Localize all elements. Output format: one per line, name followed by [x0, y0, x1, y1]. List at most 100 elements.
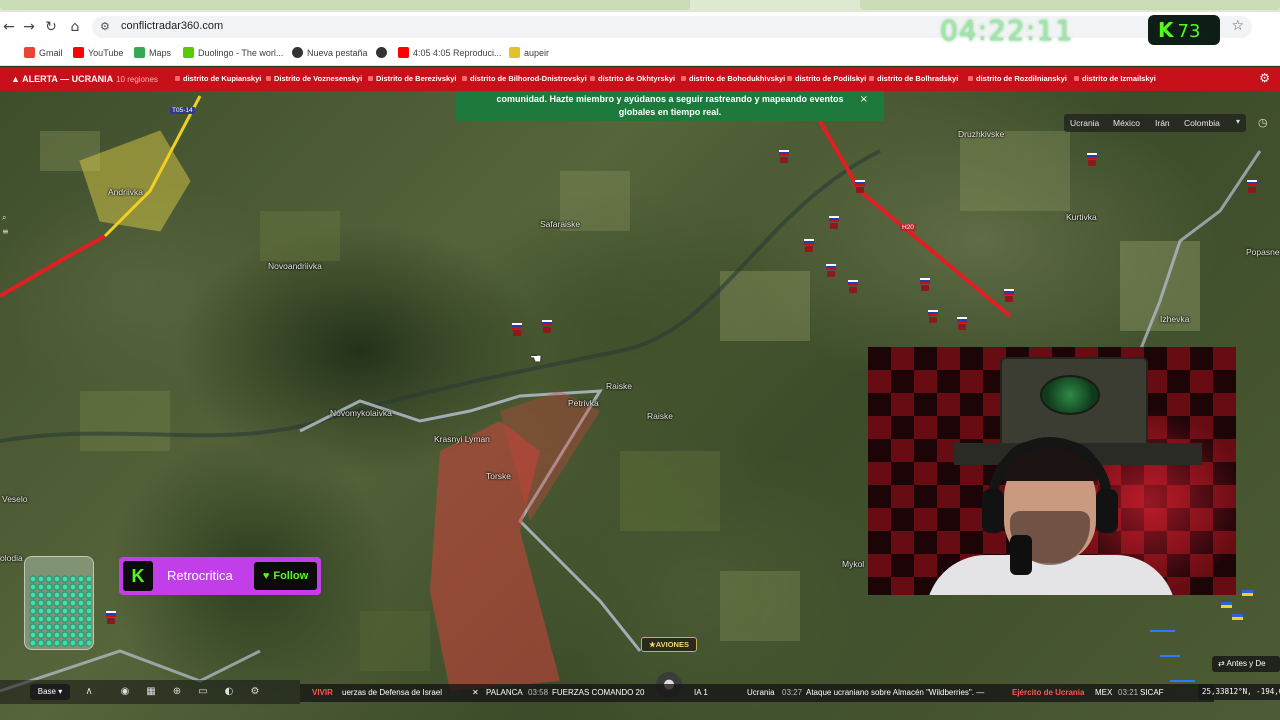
russian-flag-marker[interactable] [106, 611, 116, 624]
maps-icon [134, 47, 145, 58]
ticker-text: IA 1 [694, 688, 708, 697]
alert-district[interactable]: distrito de Bolhradskyi [869, 74, 958, 83]
eye-icon[interactable]: ◉ [116, 684, 134, 700]
place-label: Mykol [842, 559, 865, 569]
russian-flag-marker[interactable] [512, 323, 522, 336]
alert-bar: ▲ ALERTA — UCRANIA 10 regiones distrito d… [0, 67, 1280, 91]
alert-district[interactable]: Distrito de Voznesenskyi [266, 74, 362, 83]
place-label: Raiske [606, 381, 632, 391]
notice-line-2: globales en tiempo real. [618, 107, 722, 117]
home-icon[interactable]: ⌂ [66, 18, 84, 36]
ear-cup [982, 489, 1004, 533]
bookmark-youtube[interactable]: YouTube [73, 47, 123, 58]
ticker-text: MEX [1095, 688, 1113, 697]
alert-district[interactable]: distrito de Rozdilnianskyi [968, 74, 1067, 83]
globe-icon [376, 47, 387, 58]
russian-flag-marker[interactable] [1004, 289, 1014, 302]
tab-ucrania[interactable]: Ucrania [1070, 118, 1099, 128]
base-layer-label: Base [37, 687, 56, 696]
bookmark-new-tab[interactable]: Nueva pestaña [292, 47, 368, 58]
chevron-down-icon[interactable]: ▾ [1236, 117, 1240, 126]
bookmark-duolingo[interactable]: Duolingo - The worl... [183, 47, 283, 58]
place-label: Safaraiske [540, 219, 581, 229]
target-icon[interactable]: ⊕ [168, 684, 186, 700]
tab-colombia[interactable]: Colombia [1184, 118, 1220, 128]
contrast-icon[interactable]: ◐ [220, 684, 238, 700]
alert-district[interactable]: distrito de Izmailskyi [1074, 74, 1156, 83]
russian-flag-marker[interactable] [779, 150, 789, 163]
follow-button[interactable]: ♥ Follow [254, 562, 317, 590]
alert-district[interactable]: distrito de Podilskyi [787, 74, 866, 83]
russian-flag-marker[interactable] [1087, 153, 1097, 166]
ticker-time: 03:58 [528, 688, 549, 697]
ukrainian-flag-marker[interactable] [1221, 602, 1232, 608]
russian-flag-marker[interactable] [957, 317, 967, 330]
settings-icon[interactable]: ⚙ [246, 684, 264, 700]
russian-flag-marker[interactable] [920, 278, 930, 291]
news-ticker: VIVIR uerzas de Defensa de Israel ✕ PALA… [300, 684, 1214, 702]
bookmark-globe[interactable] [376, 47, 391, 58]
alert-title: ▲ ALERTA — UCRANIA 10 regiones [11, 74, 158, 84]
place-label: Andriivka [108, 187, 143, 197]
notice-line-1: comunidad. Hazte miembro y ayúdanos a se… [496, 94, 844, 104]
alert-district[interactable]: Distrito de Berezivskyi [368, 74, 456, 83]
bookmark-star-icon[interactable]: ☆ [1231, 18, 1244, 34]
bookmark-gmail[interactable]: Gmail [24, 47, 63, 58]
forward-icon[interactable]: → [20, 18, 38, 36]
ticker-time: 03:21 [1118, 688, 1139, 697]
tab-iran[interactable]: Irán [1155, 118, 1170, 128]
site-info-icon[interactable]: ⚙ [100, 20, 114, 34]
kick-follow-card: K Retrocritica ♥ Follow [119, 557, 321, 595]
reload-icon[interactable]: ↻ [42, 18, 60, 36]
grid-icon[interactable]: ▦ [142, 684, 160, 700]
aviones-badge[interactable]: ★AVIONES [641, 637, 697, 652]
bookmark-video[interactable]: 4:05 4:05 Reproduci... [398, 47, 502, 58]
ukrainian-flag-marker[interactable] [1242, 590, 1253, 596]
blue-arrows [1150, 630, 1195, 682]
russian-flag-marker[interactable] [1247, 180, 1257, 193]
alert-district[interactable]: distrito de Okhtyrskyi [590, 74, 675, 83]
search-icon[interactable]: ⌕ [2, 213, 12, 223]
aupeir-icon [509, 47, 520, 58]
address-toolbar: ← → ↻ ⌂ ⚙ conflictradar360.com ☆ [0, 12, 1280, 42]
background-tab[interactable] [860, 0, 1280, 10]
url-text[interactable]: conflictradar360.com [121, 20, 223, 32]
place-label: Raiske [647, 411, 673, 421]
follow-label: Follow [273, 570, 309, 582]
russian-flag-marker[interactable] [542, 320, 552, 333]
close-icon[interactable]: × [860, 93, 868, 106]
russian-flag-marker[interactable] [928, 310, 938, 323]
webcam-feed [868, 347, 1236, 595]
russian-flag-marker[interactable] [848, 280, 858, 293]
russian-flag-marker[interactable] [826, 264, 836, 277]
gear-icon[interactable]: ⚙ [1259, 71, 1270, 85]
back-icon[interactable]: ← [0, 18, 18, 36]
alert-district[interactable]: distrito de Kupianskyi [175, 74, 261, 83]
address-bar[interactable]: ⚙ conflictradar360.com ☆ [92, 16, 1252, 38]
bookmark-aupeir[interactable]: aupeir [509, 47, 549, 58]
active-tab[interactable] [0, 0, 690, 10]
bookmark-label: Duolingo - The worl... [198, 48, 284, 58]
map-left-tools: ⌕ ≡ [0, 209, 14, 259]
gmail-icon [24, 47, 35, 58]
alert-district[interactable]: distrito de Bilhorod-Dnistrovskyi [462, 74, 587, 83]
history-icon[interactable]: ◷ [1258, 116, 1268, 129]
place-label: Novomykolaivka [330, 408, 392, 418]
headset-icon [988, 437, 1112, 527]
tab-mexico[interactable]: México [1113, 118, 1140, 128]
base-layer-button[interactable]: Base ▾ [30, 684, 70, 700]
layers-icon[interactable]: ≡ [2, 227, 12, 237]
bookmark-maps[interactable]: Maps [134, 47, 171, 58]
hand-cursor-icon: ☚ [530, 352, 542, 367]
russian-flag-marker[interactable] [829, 216, 839, 229]
ukrainian-flag-marker[interactable] [1232, 614, 1243, 620]
place-label: Novoandriivka [268, 261, 322, 271]
russian-flag-marker[interactable] [804, 239, 814, 252]
before-after-button[interactable]: ⇄ Antes y De [1212, 656, 1280, 672]
russian-flag-marker[interactable] [855, 180, 865, 193]
screen-icon[interactable]: ▭ [194, 684, 212, 700]
north-arrow-icon[interactable]: ∧ [80, 684, 98, 700]
jar-contents [29, 575, 91, 647]
place-label: Krasnyi Lyman [434, 434, 490, 444]
alert-district[interactable]: distrito de Bohodukhivskyi [681, 74, 785, 83]
